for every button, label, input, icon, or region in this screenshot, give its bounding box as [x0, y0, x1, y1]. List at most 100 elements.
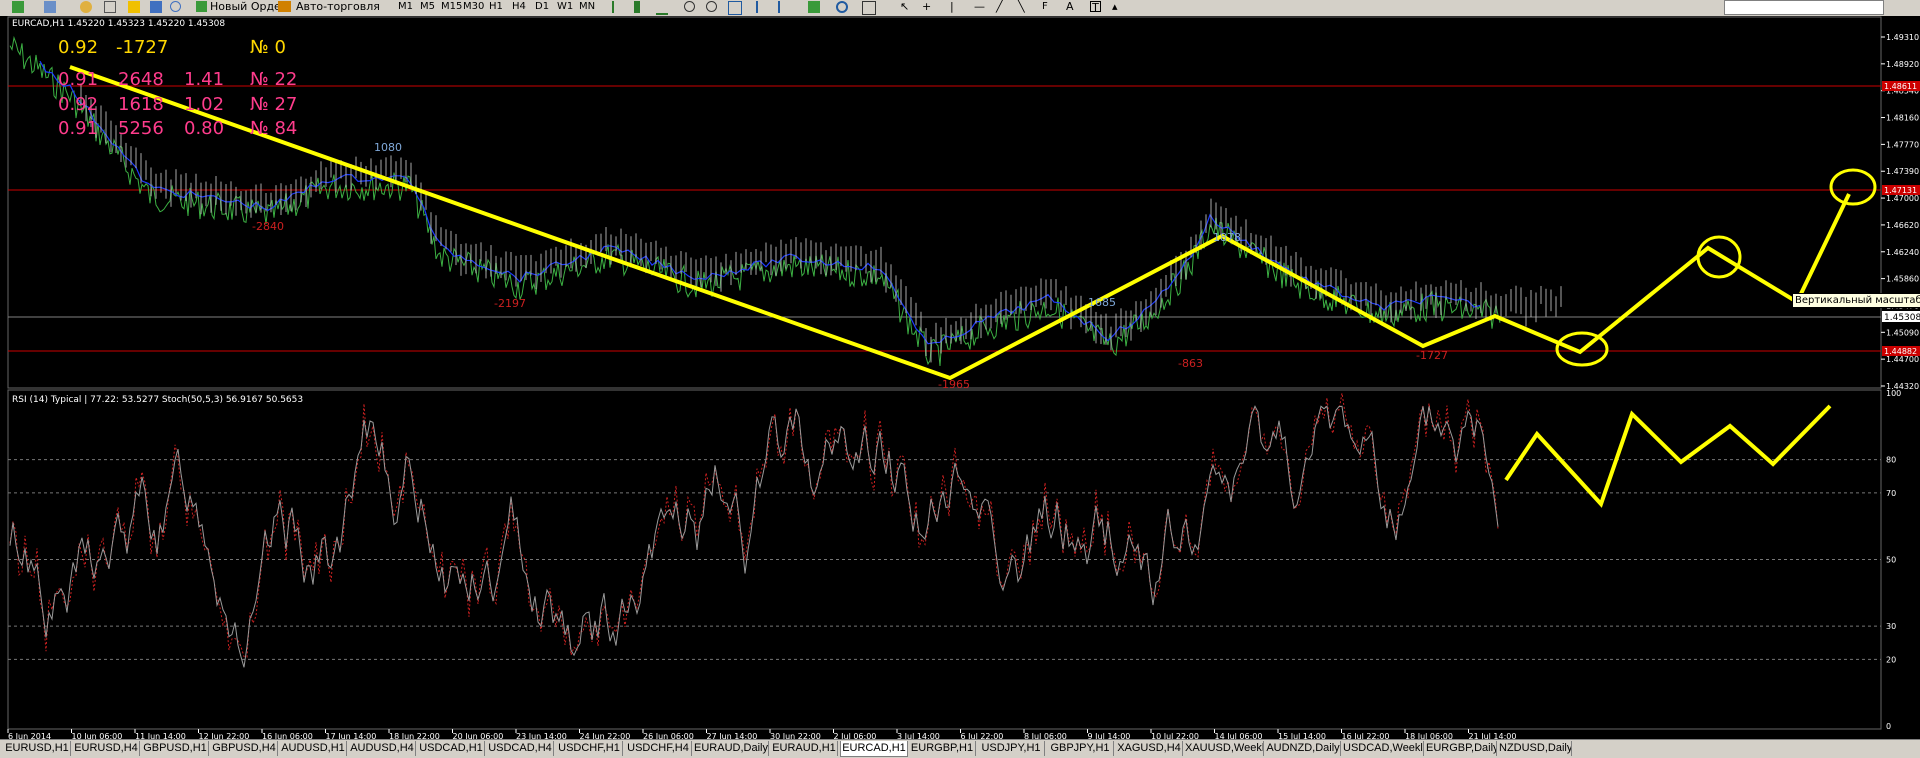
chart-tab-gbpusd-h4[interactable]: GBPUSD,H4 — [211, 741, 278, 756]
timeframe-m1[interactable]: M1 — [398, 0, 413, 14]
chart-tab-usdchf-h1[interactable]: USDCHF,H1 — [556, 741, 623, 756]
fibonacci-icon[interactable]: F — [1042, 1, 1054, 13]
price-tick-label: 1.44700 — [1886, 355, 1919, 364]
chart-tab-euraud-daily[interactable]: EURAUD,Daily — [694, 741, 769, 756]
profiles-icon[interactable] — [44, 1, 56, 13]
zoom-out-icon[interactable] — [706, 1, 717, 12]
timeframe-h4[interactable]: H4 — [512, 0, 526, 14]
chart-tab-nzdusd-daily[interactable]: NZDUSD,Daily — [1499, 741, 1572, 756]
cloud-segment — [805, 238, 807, 262]
chart-tab-eurgbp-h1[interactable]: EURGBP,H1 — [909, 741, 976, 756]
horizontal-line-icon[interactable]: — — [974, 1, 986, 13]
cloud-segment — [1280, 247, 1282, 268]
cloud-segment — [545, 250, 547, 274]
chart-tab-gbpusd-h1[interactable]: GBPUSD,H1 — [142, 741, 209, 756]
cloud-segment — [1155, 287, 1157, 315]
cloud-segment — [525, 255, 527, 281]
cloud-segment — [205, 181, 207, 207]
level-price-label: 1.44882 — [1884, 347, 1917, 356]
cloud-segment — [860, 246, 862, 267]
tester-icon[interactable] — [150, 1, 162, 13]
zigzag-label-7: -863 — [1178, 357, 1203, 370]
chart-tab-xauusd-weekly[interactable]: XAUUSD,Weekly — [1185, 741, 1264, 756]
cloud-segment — [1395, 292, 1397, 321]
cloud-segment — [795, 237, 797, 259]
text-icon[interactable]: A — [1066, 1, 1078, 13]
cloud-segment — [275, 185, 277, 205]
trendline-icon[interactable]: ╱ — [996, 1, 1008, 13]
chart-tab-audusd-h4[interactable]: AUDUSD,H4 — [349, 741, 416, 756]
cloud-segment — [655, 240, 657, 264]
timeframe-d1[interactable]: D1 — [535, 0, 549, 14]
cloud-segment — [1110, 326, 1112, 351]
stats-row3-d: № 84 — [250, 118, 297, 139]
timeframe-m15[interactable]: M15 — [441, 0, 462, 14]
chart-tab-eurusd-h4[interactable]: EURUSD,H4 — [73, 741, 140, 756]
channel-icon[interactable]: ╲ — [1018, 1, 1030, 13]
search-input[interactable] — [1724, 0, 1884, 15]
chart-shift-icon[interactable] — [756, 1, 770, 13]
cloud-segment — [200, 182, 202, 215]
cloud-segment — [665, 246, 667, 269]
bar-chart-icon[interactable] — [612, 1, 620, 13]
chart-tab-gbpjpy-h1[interactable]: GBPJPY,H1 — [1047, 741, 1114, 756]
new-order-button[interactable]: Новый Ордер — [196, 0, 288, 14]
chart-tab-xagusd-h4[interactable]: XAGUSD,H4 — [1116, 741, 1183, 756]
arrows-icon[interactable]: ▴ — [1112, 1, 1124, 13]
cloud-segment — [830, 246, 832, 276]
chart-window[interactable]: 1.49310 1.48920 1.48540 1.48160 1.47770 1.473… — [0, 16, 1920, 741]
chart-tab-usdcad-h1[interactable]: USDCAD,H1 — [418, 741, 485, 756]
timeframe-mn[interactable]: MN — [579, 0, 595, 14]
cloud-segment — [565, 245, 567, 267]
cloud-segment — [400, 157, 402, 179]
cloud-segment — [125, 142, 127, 168]
timeframe-w1[interactable]: W1 — [557, 0, 573, 14]
chart-tab-eurgbp-daily[interactable]: EURGBP,Daily — [1426, 741, 1497, 756]
cloud-segment — [1450, 282, 1452, 304]
candle-chart-icon[interactable] — [634, 1, 640, 13]
timeframe-m5[interactable]: M5 — [420, 0, 435, 14]
stats-row2-b: 1618 — [118, 94, 164, 115]
crosshair-toolbar-icon[interactable] — [104, 1, 116, 13]
crosshair-icon[interactable]: + — [922, 1, 934, 13]
tile-windows-icon[interactable] — [728, 1, 742, 15]
timeframe-h1[interactable]: H1 — [489, 0, 503, 14]
chart-tab-usdchf-h4[interactable]: USDCHF,H4 — [625, 741, 692, 756]
zoom-in-icon[interactable] — [684, 1, 695, 12]
indicators-icon[interactable] — [808, 1, 820, 13]
indicator-level-label: 70 — [1886, 489, 1896, 498]
label-icon[interactable]: T — [1090, 1, 1101, 14]
chart-tab-eurusd-h1[interactable]: EURUSD,H1 — [4, 741, 71, 756]
autoscroll-icon[interactable] — [778, 1, 792, 13]
cloud-segment — [285, 185, 287, 212]
vertical-line-icon[interactable]: | — [950, 1, 962, 13]
chart-tab-eurcad-h1[interactable]: EURCAD,H1 — [840, 741, 908, 757]
chart-tab-audnzd-daily[interactable]: AUDNZD,Daily — [1266, 741, 1341, 756]
cloud-segment — [1135, 301, 1137, 321]
stats-row3-a: 0.91 — [58, 118, 98, 139]
chart-tab-usdcad-weekly[interactable]: USDCAD,Weekly — [1343, 741, 1424, 756]
line-chart-icon[interactable] — [656, 1, 668, 15]
market-watch-icon[interactable] — [80, 1, 92, 13]
templates-icon[interactable] — [862, 1, 876, 15]
cloud-segment — [625, 233, 627, 266]
cloud-segment — [785, 243, 787, 269]
cloud-segment — [1060, 290, 1062, 312]
cloud-segment — [910, 297, 912, 318]
chart-canvas[interactable]: 1.493101.489201.485401.481601.477701.473… — [0, 16, 1920, 741]
chart-tab-euraud-h1[interactable]: EURAUD,H1 — [771, 741, 838, 756]
periods-icon[interactable] — [836, 1, 848, 13]
zigzag-drawing — [69, 65, 1851, 381]
add-chart-icon[interactable] — [12, 1, 24, 13]
autotrading-button[interactable]: Авто-торговля — [278, 0, 380, 14]
timeframe-m30[interactable]: M30 — [463, 0, 484, 14]
chart-tab-usdcad-h4[interactable]: USDCAD,H4 — [487, 741, 554, 756]
zoom-search-icon[interactable] — [170, 1, 181, 12]
time-tick-label: 27 Jun 14:00 — [707, 732, 758, 739]
chart-tab-usdjpy-h1[interactable]: USDJPY,H1 — [978, 741, 1045, 756]
cloud-segment — [385, 157, 387, 176]
favorites-icon[interactable] — [128, 1, 140, 13]
chart-tab-audusd-h1[interactable]: AUDUSD,H1 — [280, 741, 347, 756]
cloud-segment — [1095, 311, 1097, 344]
cursor-icon[interactable]: ↖ — [900, 1, 912, 13]
